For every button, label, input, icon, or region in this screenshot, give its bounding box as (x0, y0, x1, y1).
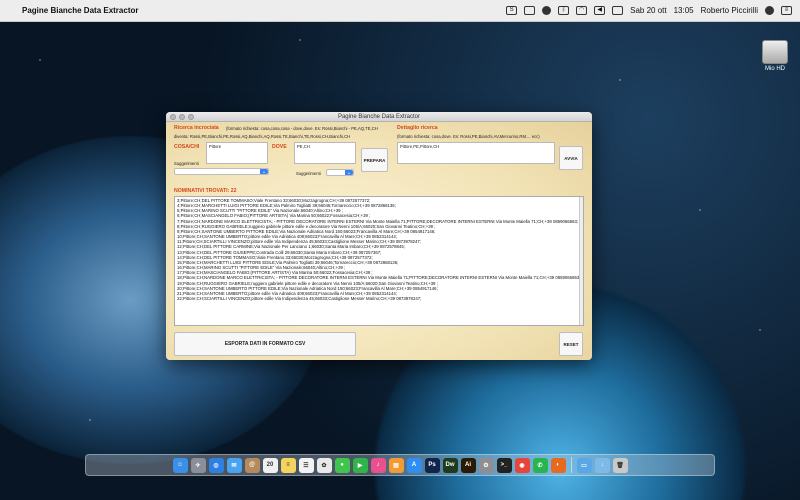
clock-time[interactable]: 13:05 (674, 6, 694, 15)
messages-icon[interactable]: ● (334, 457, 350, 473)
hard-disk-icon (762, 40, 788, 64)
chevron-down-icon: ⌄ (345, 170, 353, 176)
chrome-icon[interactable]: ◉ (514, 457, 530, 473)
terminal-icon[interactable]: >_ (496, 457, 512, 473)
result-row: 22;Pittore;CH;SCIARTILLI VINCENZO;pittor… (177, 295, 422, 301)
battery-icon[interactable] (612, 6, 624, 15)
suggerimenti-cosa-select[interactable]: ⌄ (174, 168, 269, 175)
ssh-status-icon[interactable]: S (506, 6, 518, 15)
finder-icon[interactable]: ☺ (172, 457, 188, 473)
calendar-icon[interactable]: 20 (262, 457, 278, 473)
prepara-button[interactable]: PREPARA (361, 148, 388, 172)
photos-icon[interactable]: ✿ (316, 457, 332, 473)
window-title: Pagine Bianche Data Extractor (337, 114, 421, 120)
window-controls (170, 114, 194, 120)
window-content: Ricerca incrociata (formato richiesta: c… (166, 122, 592, 360)
time-machine-icon[interactable] (542, 6, 552, 15)
dreamweaver-icon[interactable]: Dw (442, 457, 458, 473)
wifi-icon[interactable]: ◠ (576, 6, 588, 15)
safari-icon[interactable]: ◎ (208, 457, 224, 473)
appstore-icon[interactable]: A (406, 457, 422, 473)
notes-icon[interactable]: ≡ (280, 457, 296, 473)
zoom-window-button[interactable] (188, 114, 194, 120)
cosa-input[interactable]: Pittore (206, 142, 268, 164)
itunes-icon[interactable]: ♪ (370, 457, 386, 473)
ricerca-hint: (formato richiesta: cosa,cosa,cosa - dov… (226, 126, 378, 131)
firefox-icon[interactable]: ◐ (550, 457, 566, 473)
folder-icon[interactable]: ▭ (576, 457, 592, 473)
reminders-icon[interactable]: ☰ (298, 457, 314, 473)
status-area: S ᛒ ◠ ◀ Sab 20 ott 13:05 Roberto Picciri… (506, 6, 800, 15)
nominativi-count: NOMINATIVI TROVATI: 22 (174, 188, 237, 194)
avvia-button[interactable]: AVVIA (559, 146, 583, 170)
minimize-window-button[interactable] (179, 114, 185, 120)
dettaglio-ricerca-label: Dettaglio ricerca (397, 125, 438, 131)
suggerimenti-label-dove: Suggerimenti (296, 171, 321, 176)
preferences-icon[interactable]: ⚙ (478, 457, 494, 473)
ricerca-incrociata-label: Ricerca incrociata (174, 125, 219, 131)
close-window-button[interactable] (170, 114, 176, 120)
illustrator-icon[interactable]: Ai (460, 457, 476, 473)
suggerimenti-label-cosa: Suggerimenti (174, 161, 199, 166)
contacts-icon[interactable]: @ (244, 457, 260, 473)
window-titlebar[interactable]: Pagine Bianche Data Extractor (166, 112, 592, 122)
results-scrollbar[interactable] (579, 197, 583, 325)
dettaglio-hint: (formato richiesta: cosa,dove. Es: Rossi… (397, 134, 540, 139)
whatsapp-icon[interactable]: ✆ (532, 457, 548, 473)
menu-bar: Pagine Bianche Data Extractor S ᛒ ◠ ◀ Sa… (0, 0, 800, 22)
downloads-icon[interactable]: ↓ (594, 457, 610, 473)
dettaglio-input[interactable]: Pittore,PE,Pittore,CH (397, 142, 555, 164)
app-window: Pagine Bianche Data Extractor Ricerca in… (166, 112, 592, 360)
app-menu-name[interactable]: Pagine Bianche Data Extractor (22, 6, 138, 15)
hard-disk-label: Mio HD (764, 66, 785, 72)
mail-icon[interactable]: ✉ (226, 457, 242, 473)
dove-label: DOVE (272, 144, 287, 150)
clock-date[interactable]: Sab 20 ott (630, 6, 666, 15)
spotlight-icon[interactable] (765, 6, 774, 15)
ibooks-icon[interactable]: ▤ (388, 457, 404, 473)
notification-center-icon[interactable]: ≡ (781, 6, 792, 15)
cosa-chi-label: COSA/CHI (174, 144, 200, 150)
result-row: 18;Pittore;CH;NARDONE MARCO ELETTRICISTA… (177, 275, 581, 281)
ricerca-example: diventa: Rossi,PE,Bianchi,PE,Rossi,AQ,Bi… (174, 134, 351, 139)
export-csv-button[interactable]: ESPORTA DATI IN FORMATO CSV (174, 332, 356, 356)
bluetooth-icon[interactable]: ᛒ (558, 6, 570, 15)
dock-separator (570, 457, 572, 473)
dock: ☺ ✈ ◎ ✉ @20 ≡ ☰ ✿ ● ▶ ♪ ▤ A Ps Dw Ai ⚙ >_ ◉ ✆ ◐ ▭ ↓ 🗑 (85, 454, 715, 476)
facetime-icon[interactable]: ▶ (352, 457, 368, 473)
launchpad-icon[interactable]: ✈ (190, 457, 206, 473)
results-textarea[interactable]: 3;Pittore;CH;DEL PITTORE TOMMASO;Viale F… (174, 196, 584, 326)
reset-button[interactable]: RESET (559, 332, 583, 356)
dove-input[interactable]: PE,CH (294, 142, 356, 164)
display-icon[interactable] (524, 6, 536, 15)
trash-icon[interactable]: 🗑 (612, 457, 628, 473)
suggerimenti-dove-select[interactable]: ⌄ (326, 169, 354, 176)
volume-icon[interactable]: ◀ (594, 6, 606, 15)
chevron-down-icon: ⌄ (260, 169, 268, 175)
hard-disk-desktop-item[interactable]: Mio HD (758, 40, 792, 72)
results-list: 3;Pittore;CH;DEL PITTORE TOMMASO;Viale F… (177, 198, 581, 301)
user-name[interactable]: Roberto Piccirilli (701, 6, 758, 15)
photoshop-icon[interactable]: Ps (424, 457, 440, 473)
